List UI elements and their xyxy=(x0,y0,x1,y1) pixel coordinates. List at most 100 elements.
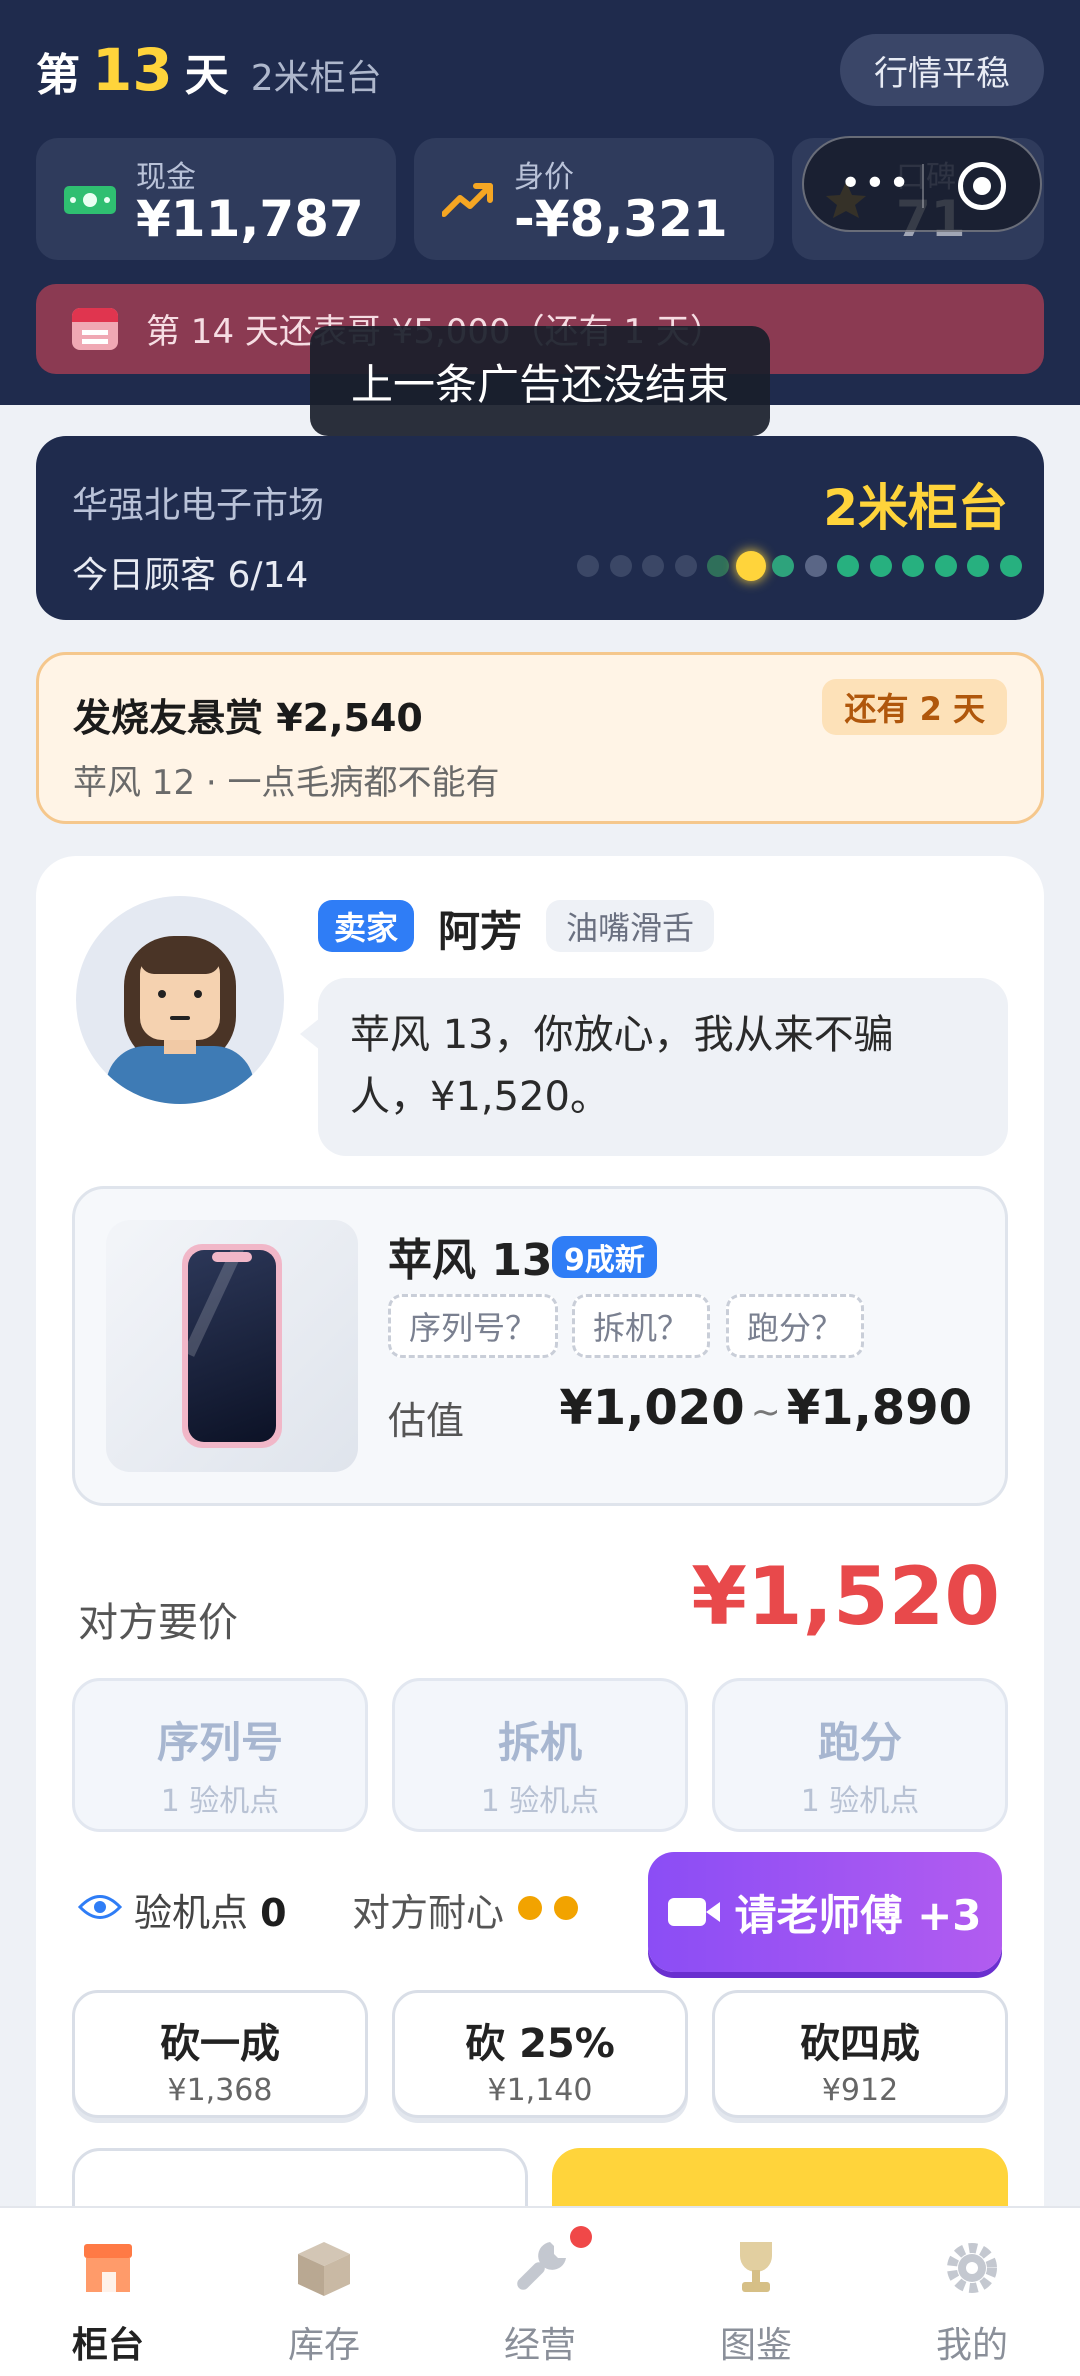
seller-avatar xyxy=(76,896,284,1104)
tab-catalog[interactable]: 图鉴 xyxy=(648,2208,864,2376)
inspect-serial-title: 序列号 xyxy=(156,1718,283,1767)
call-expert-button[interactable]: 请老师傅 +3 xyxy=(648,1852,1002,1972)
toast-message: 上一条广告还没结束 xyxy=(310,326,770,436)
estimate-range: ¥1,020 ~ ¥1,890 xyxy=(559,1380,972,1436)
capsule-divider xyxy=(922,164,924,208)
tab-counter[interactable]: 柜台 xyxy=(0,2208,216,2376)
inspect-teardown-title: 拆机 xyxy=(497,1718,582,1767)
condition-badge: 9成新 xyxy=(552,1236,657,1278)
wrench-icon xyxy=(517,2242,566,2290)
seller-speech-bubble: 苹风 13，你放心，我从来不骗 人，¥1,520。 xyxy=(300,978,1008,1156)
patience-dot xyxy=(554,1896,578,1920)
customer-dot xyxy=(772,555,794,577)
haggle-25-price: ¥1,140 xyxy=(487,2073,593,2108)
customer-dot xyxy=(837,555,859,577)
bounty-card[interactable]: 发烧友悬赏 ¥2,540 还有 2 天 苹风 12 · 一点毛病都不能有 xyxy=(36,652,1044,824)
trophy-icon xyxy=(740,2242,772,2292)
customer-progress xyxy=(36,436,1044,620)
speech-line-2: 人，¥1,520。 xyxy=(350,1074,610,1120)
haggle-40-price: ¥912 xyxy=(821,2073,899,2108)
trend-up-icon xyxy=(442,183,493,217)
haggle-25-title: 砍 25% xyxy=(465,2021,615,2067)
haggle-10-price: ¥1,368 xyxy=(167,2073,273,2108)
phone-icon xyxy=(182,1244,282,1448)
customer-dot xyxy=(967,555,989,577)
bottom-tab-bar: 柜台 库存 经营 图鉴 我的 xyxy=(0,2206,1080,2376)
haggle-25-button[interactable]: 砍 25% ¥1,140 xyxy=(392,1990,688,2118)
avatar-figure xyxy=(106,936,254,1104)
market-card: 华强北电子市场 今日顾客 6/14 2米柜台 xyxy=(36,436,1044,620)
day-number: 13 xyxy=(92,36,173,104)
close-miniprogram-icon[interactable] xyxy=(958,162,1006,210)
inspect-teardown-cost: 1 验机点 xyxy=(480,1784,600,1819)
more-icon[interactable]: ••• xyxy=(840,166,913,202)
tab-counter-label: 柜台 xyxy=(71,2325,144,2366)
seller-tag: 卖家 xyxy=(318,900,415,952)
haggle-10-button[interactable]: 砍一成 ¥1,368 xyxy=(72,1990,368,2118)
speech-line-1: 苹风 13，你放心，我从来不骗 xyxy=(350,1012,894,1058)
ask-label: 对方要价 xyxy=(78,1600,238,1646)
haggle-40-title: 砍四成 xyxy=(800,2021,920,2067)
day-suffix: 天 xyxy=(184,50,229,101)
gear-icon xyxy=(947,2243,997,2293)
inspect-serial-button[interactable]: 序列号 1 验机点 xyxy=(72,1678,368,1832)
customer-dot xyxy=(609,555,632,577)
tab-business-label: 经营 xyxy=(503,2325,576,2366)
customer-dot xyxy=(707,555,729,577)
inspect-benchmark-cost: 1 验机点 xyxy=(800,1784,920,1819)
estimate-label: 估值 xyxy=(388,1399,465,1443)
patience-dot xyxy=(518,1896,542,1920)
day-indicator: 第 13 天 2米柜台 xyxy=(36,36,382,116)
customer-dot xyxy=(902,555,924,577)
estimate-high: ¥1,890 xyxy=(786,1380,972,1436)
check-benchmark-chip: 跑分？ xyxy=(726,1294,865,1358)
item-name: 苹风 13 xyxy=(388,1235,553,1286)
bounty-title: 发烧友悬赏 ¥2,540 xyxy=(73,696,423,740)
ask-price: ¥1,520 xyxy=(691,1550,1000,1643)
check-serial-chip: 序列号？ xyxy=(388,1294,559,1358)
customer-dot xyxy=(674,555,697,577)
tab-business[interactable]: 经营 xyxy=(432,2208,648,2376)
tab-profile-label: 我的 xyxy=(935,2325,1008,2366)
calendar-icon xyxy=(72,308,118,350)
customer-dot xyxy=(934,555,957,577)
customer-dot xyxy=(804,555,827,577)
miniprogram-capsule[interactable]: ••• xyxy=(802,136,1042,232)
haggle-10-title: 砍一成 xyxy=(160,2021,280,2067)
tab-catalog-label: 图鉴 xyxy=(719,2325,792,2366)
bounty-desc: 苹风 12 · 一点毛病都不能有 xyxy=(73,763,500,803)
patience-label: 对方耐心 xyxy=(352,1891,505,1935)
estimate-sep: ~ xyxy=(750,1392,781,1433)
inspect-teardown-button[interactable]: 拆机 1 验机点 xyxy=(392,1678,688,1832)
tab-profile[interactable]: 我的 xyxy=(864,2208,1080,2376)
inspect-points-value: 0 xyxy=(260,1891,287,1935)
customer-dot xyxy=(999,555,1022,577)
worth-value: -¥8,321 xyxy=(514,190,728,248)
eye-icon xyxy=(78,1895,122,1919)
seller-trait-badge: 油嘴滑舌 xyxy=(546,900,715,952)
video-camera-icon xyxy=(668,1898,721,1926)
tab-inventory-label: 库存 xyxy=(287,2325,360,2366)
inspect-points: 验机点 0 xyxy=(134,1882,287,1937)
box-icon xyxy=(298,2242,350,2296)
market-status-pill[interactable]: 行情平稳 xyxy=(840,34,1044,106)
booth-level: 2米柜台 xyxy=(250,58,382,99)
customer-dot xyxy=(577,555,599,577)
bounty-days-badge: 还有 2 天 xyxy=(822,679,1007,735)
inspect-points-label: 验机点 xyxy=(134,1891,249,1935)
call-expert-label: 请老师傅 +3 xyxy=(734,1890,982,1940)
inspect-serial-cost: 1 验机点 xyxy=(160,1784,280,1819)
estimate-low: ¥1,020 xyxy=(559,1380,745,1436)
inspect-benchmark-button[interactable]: 跑分 1 验机点 xyxy=(712,1678,1008,1832)
check-teardown-chip: 拆机？ xyxy=(572,1294,711,1358)
customer-dot xyxy=(869,555,892,577)
seller-name: 阿芳 xyxy=(438,907,523,956)
day-prefix: 第 xyxy=(36,50,80,101)
shop-icon xyxy=(84,2244,132,2292)
customer-dot xyxy=(642,555,664,577)
customer-dot xyxy=(735,551,766,581)
cash-value: ¥11,787 xyxy=(136,190,364,248)
haggle-40-button[interactable]: 砍四成 ¥912 xyxy=(712,1990,1008,2118)
cash-icon xyxy=(64,186,116,214)
tab-inventory[interactable]: 库存 xyxy=(216,2208,432,2376)
